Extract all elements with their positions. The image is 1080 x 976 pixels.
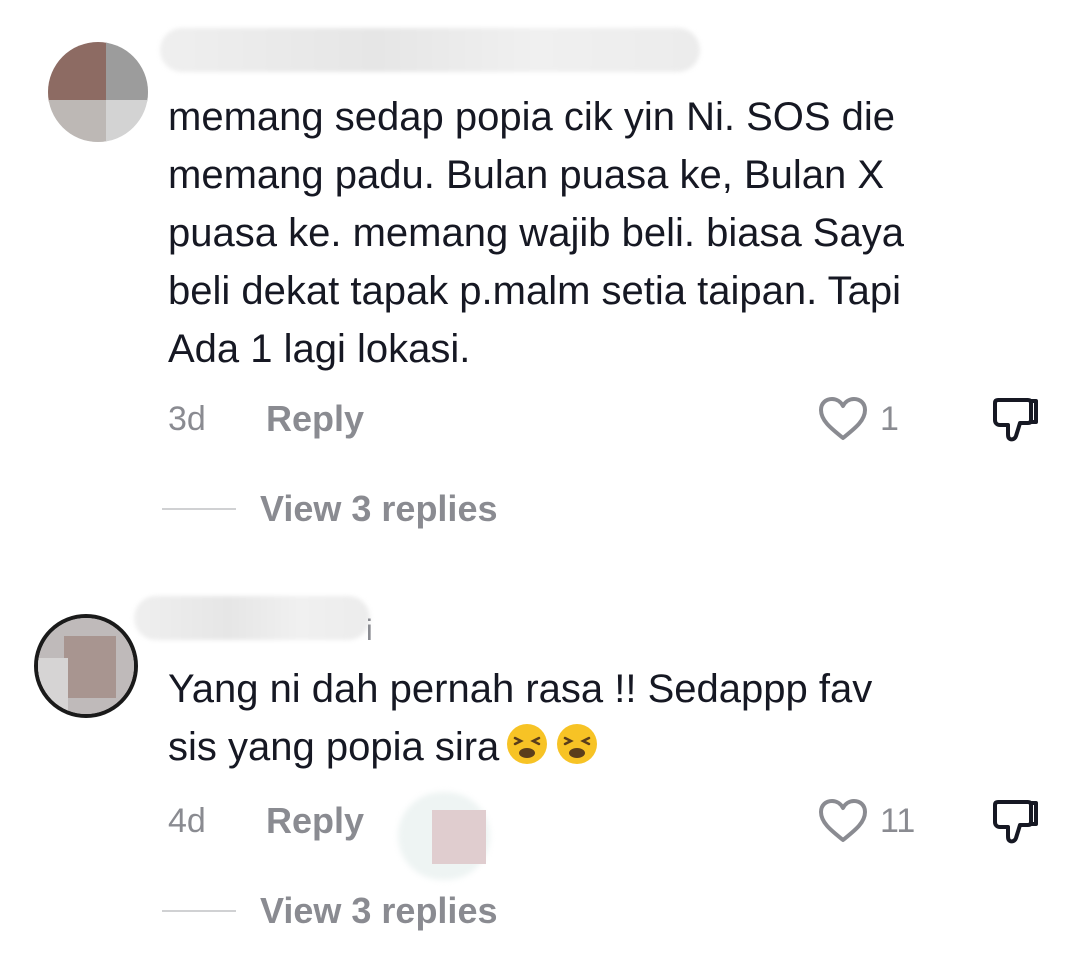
username-redacted[interactable] — [134, 596, 370, 640]
blurred-overlay — [432, 810, 486, 864]
heart-outline-icon — [819, 799, 867, 842]
comment-text: Yang ni dah pernah rasa !! Sedappp fav s… — [168, 660, 1048, 776]
avatar[interactable] — [34, 614, 138, 718]
divider-line — [162, 910, 236, 912]
thumbs-down-outline-icon — [993, 800, 1038, 844]
comment-item: i Yang ni dah pernah rasa !! Sedappp fav… — [0, 0, 1080, 976]
view-replies-label: View 3 replies — [260, 890, 498, 931]
reply-button[interactable]: Reply — [266, 800, 364, 842]
username-tail: i — [366, 614, 373, 647]
view-replies-button[interactable]: View 3 replies — [162, 890, 497, 932]
comment-time: 4d — [168, 802, 206, 840]
dislike-button[interactable] — [990, 798, 1040, 851]
tired-face-emoji — [557, 724, 598, 764]
like-count: 11 — [880, 801, 916, 840]
tired-face-emoji — [507, 724, 548, 764]
like-button[interactable]: 11 — [818, 798, 915, 844]
